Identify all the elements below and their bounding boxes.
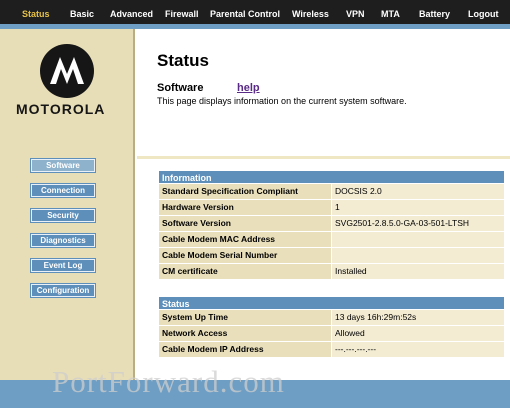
sidebar-item-diagnostics[interactable]: Diagnostics: [31, 234, 95, 247]
motorola-logo-icon: [40, 44, 94, 98]
nav-status[interactable]: Status: [22, 9, 50, 19]
table-row: Cable Modem Serial Number: [158, 248, 505, 264]
nav-battery[interactable]: Battery: [419, 9, 450, 19]
sidebar-item-connection[interactable]: Connection: [31, 184, 95, 197]
nav-firewall[interactable]: Firewall: [165, 9, 199, 19]
table-row: System Up Time 13 days 16h:29m:52s: [158, 310, 505, 326]
sidebar-item-security[interactable]: Security: [31, 209, 95, 222]
nav-advanced[interactable]: Advanced: [110, 9, 153, 19]
row-value: 13 days 16h:29m:52s: [332, 310, 504, 326]
information-table: Information Standard Specification Compl…: [158, 170, 505, 280]
table-row: Hardware Version 1: [158, 200, 505, 216]
brand-name: MOTOROLA: [16, 101, 106, 117]
row-value: Installed: [332, 264, 504, 280]
sidebar-item-event-log[interactable]: Event Log: [31, 259, 95, 272]
nav-mta[interactable]: MTA: [381, 9, 400, 19]
nav-vpn[interactable]: VPN: [346, 9, 365, 19]
table-row: Cable Modem IP Address ---.---.---.---: [158, 342, 505, 358]
information-table-header: Information: [158, 170, 505, 184]
row-label: System Up Time: [159, 310, 332, 326]
help-link[interactable]: help: [237, 82, 260, 94]
row-label: Network Access: [159, 326, 332, 342]
page-title: Status: [157, 51, 209, 70]
row-value: 1: [332, 200, 504, 216]
main-content: Status Software help This page displays …: [137, 29, 510, 380]
table-row: CM certificate Installed: [158, 264, 505, 280]
top-navigation-bar: Status Basic Advanced Firewall Parental …: [0, 0, 510, 29]
table-row: Cable Modem MAC Address: [158, 232, 505, 248]
row-label: Cable Modem IP Address: [159, 342, 332, 358]
row-value: DOCSIS 2.0: [332, 184, 504, 200]
row-label: Standard Specification Compliant: [159, 184, 332, 200]
divider: [137, 156, 510, 159]
status-table-header: Status: [158, 296, 505, 310]
row-label: Cable Modem Serial Number: [159, 248, 332, 264]
sidebar: MOTOROLA Software Connection Security Di…: [0, 29, 135, 380]
sidebar-item-configuration[interactable]: Configuration: [31, 284, 95, 297]
row-label: Cable Modem MAC Address: [159, 232, 332, 248]
nav-parental-control[interactable]: Parental Control: [210, 9, 280, 19]
row-value: ---.---.---.---: [332, 342, 504, 358]
nav-wireless[interactable]: Wireless: [292, 9, 329, 19]
table-row: Software Version SVG2501-2.8.5.0-GA-03-5…: [158, 216, 505, 232]
table-row: Network Access Allowed: [158, 326, 505, 342]
section-subtitle: Software: [157, 82, 204, 94]
table-row: Standard Specification Compliant DOCSIS …: [158, 184, 505, 200]
sidebar-item-software[interactable]: Software: [31, 159, 95, 172]
row-value: Allowed: [332, 326, 504, 342]
row-value: SVG2501-2.8.5.0-GA-03-501-LTSH: [332, 216, 504, 232]
page-description: This page displays information on the cu…: [157, 96, 407, 106]
status-table: Status System Up Time 13 days 16h:29m:52…: [158, 296, 505, 358]
nav-basic[interactable]: Basic: [70, 9, 94, 19]
row-value: [332, 248, 504, 264]
nav-logout[interactable]: Logout: [468, 9, 499, 19]
bottom-bar: [0, 380, 510, 408]
row-label: Software Version: [159, 216, 332, 232]
row-label: Hardware Version: [159, 200, 332, 216]
row-label: CM certificate: [159, 264, 332, 280]
row-value: [332, 232, 504, 248]
